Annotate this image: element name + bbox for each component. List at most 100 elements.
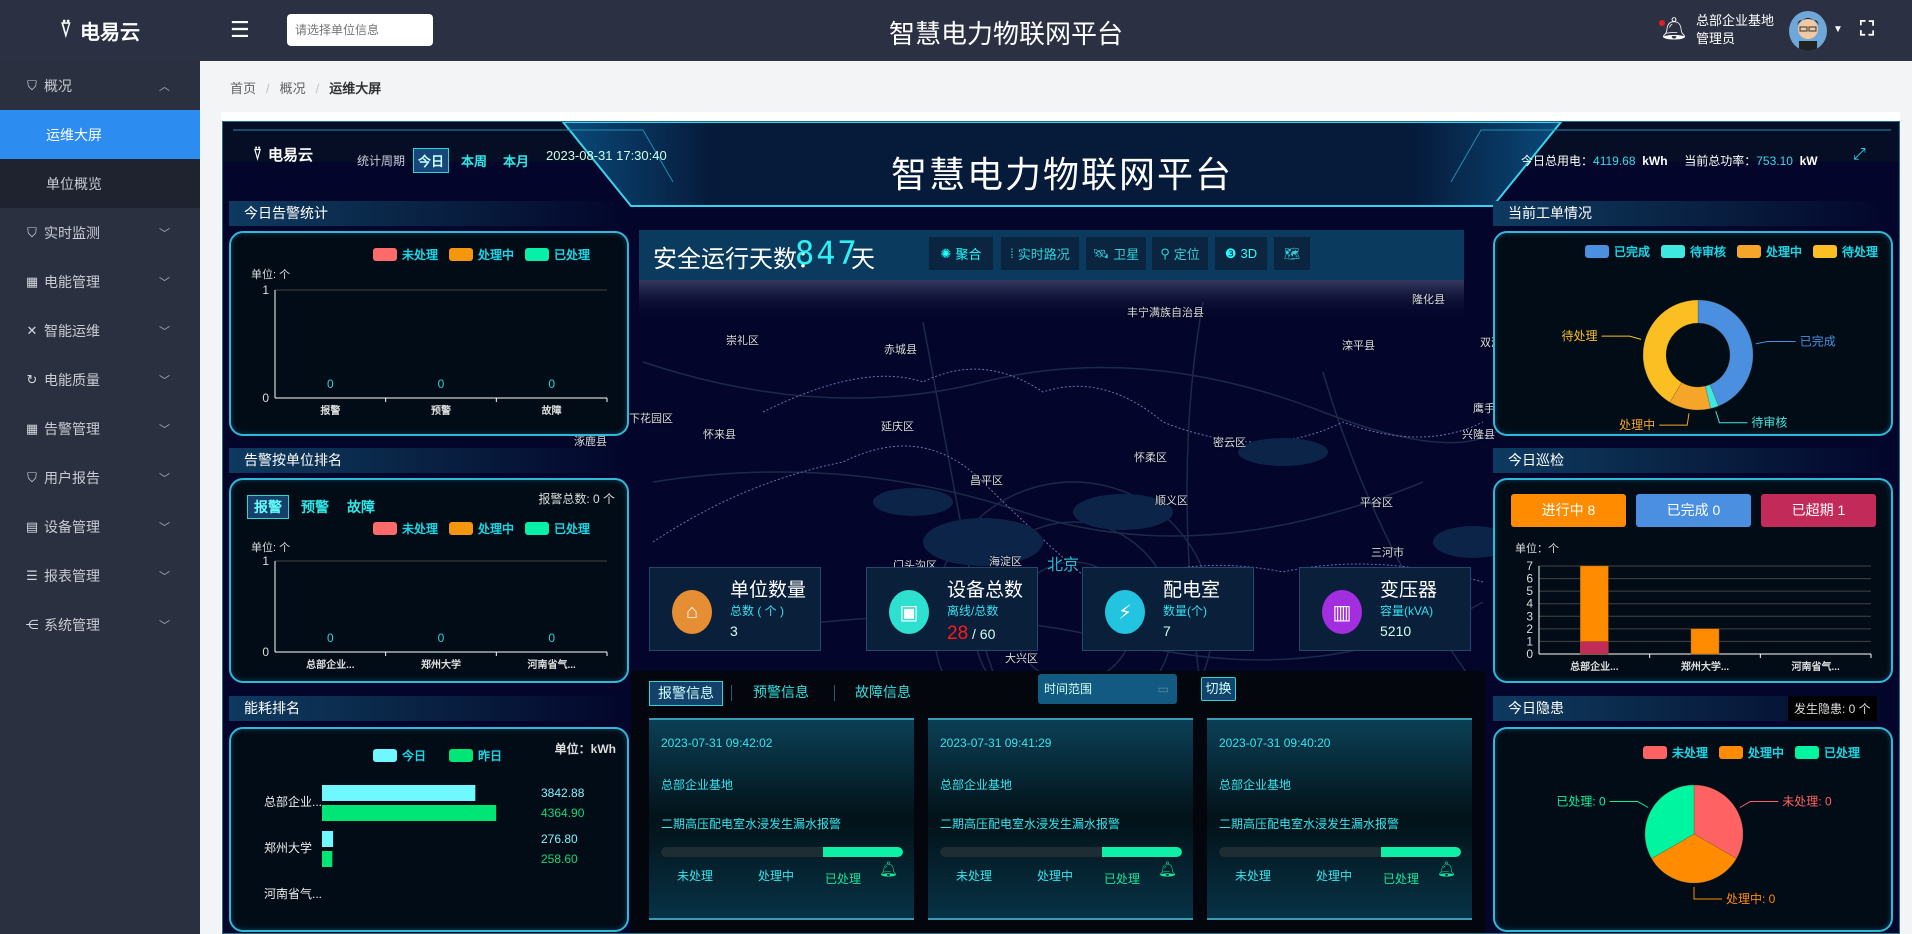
legend-label: 处理中 — [477, 247, 514, 262]
alarm-card[interactable]: 2023-07-31 09:42:02 总部企业基地 二期高压配电室水浸发生漏水报警… — [649, 718, 914, 920]
dashboard-logo: ⍢ 电易云 — [253, 144, 313, 165]
avatar[interactable] — [1789, 11, 1827, 51]
data-label: 4364.90 — [541, 806, 585, 820]
chevron-down-icon: ﹀ — [159, 472, 170, 485]
sidebar-item-alarm-management[interactable]: ▦ 告警管理 ﹀ — [0, 404, 200, 453]
alarm-description: 二期高压配电室水浸发生漏水报警 — [661, 817, 842, 831]
report-icon: ☰ — [26, 567, 38, 583]
fullscreen-icon[interactable]: ⛶ — [1860, 18, 1874, 41]
map-label: 滦平县 — [1342, 340, 1375, 352]
share-icon: ⋲ — [25, 616, 39, 632]
sidebar-item-system-management[interactable]: ⋲ 系统管理 ﹀ — [0, 600, 200, 649]
patrol-overdue-button[interactable]: 已超期 1 — [1761, 494, 1876, 527]
data-label: 0 — [438, 631, 445, 645]
map-tool-satellite[interactable]: 🛰︎ 卫星 — [1086, 237, 1146, 270]
map-label: 平谷区 — [1360, 497, 1393, 509]
unit-label: 单位: 个 — [251, 267, 290, 281]
cluster-icon: ✺ — [940, 245, 952, 261]
top-bar: ☰ 智慧电力物联网平台 🔔︎ 总部企业基地管理员 ▼ ⛶ — [200, 0, 1912, 61]
sidebar-item-device-management[interactable]: ▤ 设备管理 ﹀ — [0, 502, 200, 551]
breadcrumb-overview[interactable]: 概况 — [280, 81, 306, 96]
alarm-progress-bar — [661, 847, 903, 857]
bell-icon[interactable]: 🔔︎ — [1660, 16, 1688, 42]
tool-label: 聚合 — [955, 247, 982, 262]
legend-swatch — [1795, 746, 1819, 759]
device-icon: ▤ — [25, 518, 39, 534]
period-month[interactable]: 本月 — [499, 149, 533, 172]
chevron-down-icon: ﹀ — [159, 570, 170, 583]
alarm-time: 2023-07-31 09:41:29 — [940, 736, 1052, 750]
sidebar-item-unit-overview[interactable]: 单位概览 — [0, 159, 200, 208]
sidebar-item-realtime-monitoring[interactable]: ⛉ 实时监测 ﹀ — [0, 208, 200, 257]
sidebar-item-power-quality[interactable]: ↻ 电能质量 ﹀ — [0, 355, 200, 404]
sidebar-item-report-management[interactable]: ☰ 报表管理 ﹀ — [0, 551, 200, 600]
period-week[interactable]: 本周 — [457, 149, 491, 172]
legend-label: 昨日 — [478, 748, 502, 763]
brand-logo[interactable]: ⍢ 电易云 — [0, 0, 200, 61]
alarm-time: 2023-07-31 09:40:20 — [1219, 736, 1331, 750]
satellite-icon: 🛰︎ — [1092, 245, 1110, 261]
map-icon: 🗺︎ — [1283, 245, 1301, 261]
legend-swatch — [373, 749, 397, 762]
map-label: 大兴区 — [1005, 653, 1038, 665]
energy-rank-chart: 今日 昨日 单位：kWh 总部企业... 3842.88 4364.90 郑州大学 276.8… — [229, 727, 629, 932]
patrol-in-progress-button[interactable]: 进行中 8 — [1511, 494, 1626, 527]
sidebar-item-ops-screen[interactable]: 运维大屏 — [0, 110, 200, 159]
time-range-picker[interactable]: 时间范围 ▭ — [1038, 674, 1177, 704]
sidebar-item-user-reports[interactable]: ⛉ 用户报告 ﹀ — [0, 453, 200, 502]
legend-swatch — [1585, 245, 1609, 258]
map-tool-location[interactable]: ⚲ 定位 — [1152, 237, 1208, 270]
rank-total: 报警总数: 0 个 — [538, 492, 615, 506]
breadcrumb-home[interactable]: 首页 — [230, 81, 256, 96]
switch-button[interactable]: 切换 — [1201, 677, 1236, 701]
map-tool-map[interactable]: 🗺︎ — [1274, 237, 1310, 270]
legend-swatch — [449, 248, 473, 261]
stat-card-transformers: ▥ 变压器 容量(kVA) 5210 — [1299, 567, 1471, 651]
patrol-completed-button[interactable]: 已完成 0 — [1636, 494, 1751, 527]
legend-label: 处理中 — [1747, 745, 1784, 760]
stat-sub: 数量(个) — [1163, 604, 1207, 618]
sidebar: ⍢ 电易云 ⛉ 概况 ︿ 运维大屏 单位概览 ⛉ 实时监测 ﹀ ▦ 电能管理 ﹀ ✕ 智能运维 ﹀… — [0, 0, 200, 934]
hazards-chart: 未处理 处理中 已处理 未处理: 0 处理中: 0 已处理: 0 — [1493, 727, 1893, 932]
tab-warning-info[interactable]: 预警信息 — [745, 681, 817, 706]
tools-icon: ✕ — [26, 322, 38, 338]
sidebar-item-overview[interactable]: ⛉ 概况 ︿ — [0, 61, 200, 110]
legend-label: 未处理 — [1671, 745, 1708, 760]
legend-label: 已完成 — [1614, 244, 1650, 259]
legend-label: 已处理 — [554, 521, 590, 536]
tab-fault-info[interactable]: 故障信息 — [847, 681, 919, 706]
y-tick-label: 4 — [1526, 597, 1533, 611]
sidebar-item-energy-management[interactable]: ▦ 电能管理 ﹀ — [0, 257, 200, 306]
map-tool-traffic[interactable]: ⁞ 实时路况 — [1001, 237, 1079, 270]
menu-label: 概况 — [44, 77, 72, 94]
map-tool-cluster[interactable]: ✺ 聚合 — [929, 237, 993, 270]
chevron-down-icon: ﹀ — [159, 423, 170, 436]
chevron-down-icon: ﹀ — [159, 276, 170, 289]
map-label: 顺义区 — [1155, 495, 1188, 507]
rank-tab-warning[interactable]: 预警 — [295, 495, 335, 519]
x-tick-label: 报警 — [320, 404, 340, 417]
tab-alarm-info[interactable]: 报警信息 — [649, 681, 723, 706]
legend-label: 已处理 — [1824, 745, 1860, 760]
alarm-card[interactable]: 2023-07-31 09:41:29 总部企业基地 二期高压配电室水浸发生漏水报警… — [928, 718, 1193, 920]
rank-tab-fault[interactable]: 故障 — [341, 495, 381, 519]
user-info[interactable]: 总部企业基地 管理员 — [1696, 12, 1774, 48]
chevron-down-icon: ﹀ — [159, 227, 170, 240]
sidebar-item-smart-ops[interactable]: ✕ 智能运维 ﹀ — [0, 306, 200, 355]
y-tick-label: 5 — [1526, 584, 1533, 598]
expand-icon[interactable]: ⤢ — [1853, 146, 1866, 164]
panel-title-energy-rank: 能耗排名 — [229, 696, 629, 721]
bar-进行中 — [1580, 565, 1609, 642]
rank-tab-alarm[interactable]: 报警 — [247, 495, 289, 519]
alarm-card[interactable]: 2023-07-31 09:40:20 总部企业基地 二期高压配电室水浸发生漏水报警… — [1207, 718, 1472, 920]
time-range-placeholder: 时间范围 — [1044, 682, 1093, 696]
progress-fill — [1381, 847, 1461, 857]
map-tool-3d[interactable]: ❸ 3D — [1215, 237, 1267, 270]
caret-down-icon[interactable]: ▼ — [1833, 24, 1843, 35]
tool-label: 实时路况 — [1017, 247, 1070, 262]
period-today[interactable]: 今日 — [413, 148, 450, 173]
legend-label: 未处理 — [401, 247, 438, 262]
map-label: 兴隆县 — [1462, 429, 1495, 441]
step-unprocessed: 未处理 — [1235, 869, 1272, 883]
map-label: 隆化县 — [1412, 294, 1445, 306]
